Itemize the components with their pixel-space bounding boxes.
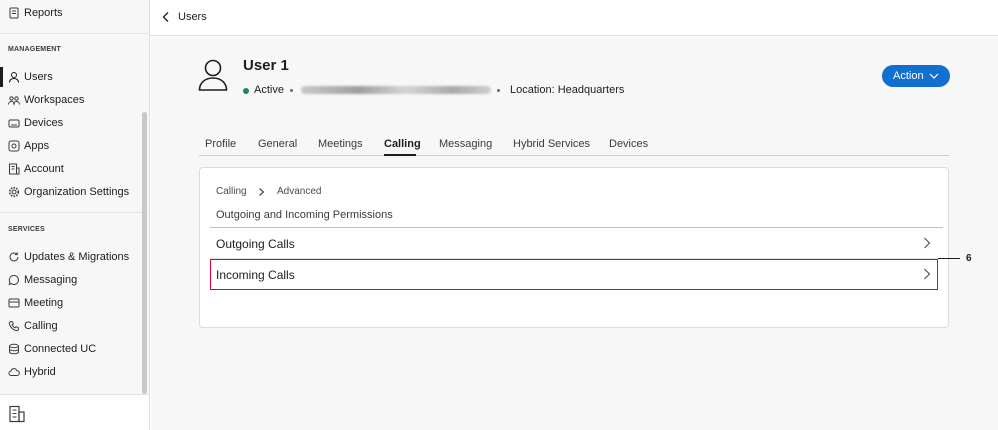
tab-profile[interactable]: Profile — [205, 138, 236, 150]
sidebar-item-connected-uc[interactable]: Connected UC — [8, 339, 96, 359]
sidebar-item-label: Calling — [24, 320, 58, 332]
tab-bar: Profile General Meetings Calling Messagi… — [199, 129, 949, 156]
user-avatar-icon — [198, 59, 228, 91]
sidebar-item-apps[interactable]: Apps — [8, 136, 49, 156]
sidebar-item-meeting[interactable]: Meeting — [8, 293, 63, 313]
sidebar-item-messaging[interactable]: Messaging — [8, 270, 77, 290]
reports-icon — [9, 7, 19, 19]
callout-number: 6 — [966, 253, 972, 264]
user-name: User 1 — [243, 57, 289, 74]
action-button[interactable]: Action — [882, 65, 950, 87]
sidebar-item-label: Connected UC — [24, 343, 97, 355]
status-label: Active — [254, 84, 284, 96]
breadcrumb-calling[interactable]: Calling — [216, 186, 247, 197]
tab-general[interactable]: General — [258, 138, 297, 150]
sidebar-item-label: Updates & Migrations — [24, 251, 130, 263]
chat-icon — [8, 274, 19, 286]
sidebar-item-organization-settings[interactable]: Organization Settings — [8, 182, 129, 202]
breadcrumb-advanced: Advanced — [277, 186, 322, 197]
action-button-label: Action — [893, 70, 924, 82]
chevron-right-icon — [924, 237, 931, 249]
user-icon — [9, 72, 19, 83]
callout-leader-line — [938, 258, 960, 259]
devices-icon — [8, 119, 20, 128]
sidebar-item-devices[interactable]: Devices — [8, 113, 63, 133]
building-icon[interactable] — [8, 405, 26, 423]
meeting-icon — [8, 298, 20, 308]
chevron-right-icon — [924, 268, 931, 280]
sidebar-item-workspaces[interactable]: Workspaces — [8, 90, 84, 110]
top-bar: Users — [150, 0, 998, 36]
sidebar-scrollbar[interactable] — [142, 112, 147, 394]
sidebar-item-reports[interactable]: Reports — [8, 3, 63, 23]
tab-calling[interactable]: Calling — [384, 138, 421, 150]
tab-meetings[interactable]: Meetings — [318, 138, 363, 150]
sidebar-item-label: Organization Settings — [24, 186, 130, 198]
separator-dot — [497, 89, 500, 92]
chevron-left-icon[interactable] — [160, 11, 172, 23]
sidebar-divider — [0, 33, 148, 34]
sidebar-item-calling[interactable]: Calling — [8, 316, 58, 336]
cloud-icon — [8, 368, 20, 376]
advanced-calling-panel: Calling Advanced Outgoing and Incoming P… — [199, 167, 949, 328]
refresh-icon — [9, 252, 19, 262]
sidebar-item-label: Devices — [24, 117, 64, 129]
active-tab-underline — [384, 154, 416, 156]
sidebar-divider — [0, 212, 148, 213]
tab-devices[interactable]: Devices — [609, 138, 648, 150]
sidebar-footer — [0, 394, 149, 430]
sidebar-item-label: Reports — [24, 7, 63, 19]
redacted-email — [301, 86, 491, 94]
status-indicator — [243, 88, 249, 94]
management-heading: MANAGEMENT — [8, 46, 61, 53]
section-title: Outgoing and Incoming Permissions — [216, 209, 393, 221]
row-label: Outgoing Calls — [216, 237, 295, 251]
sidebar-item-users[interactable]: Users — [8, 67, 53, 87]
phone-icon — [8, 320, 20, 332]
sidebar-item-label: Messaging — [24, 274, 78, 286]
sidebar-item-label: Hybrid — [24, 366, 56, 378]
chevron-down-icon — [929, 73, 939, 79]
active-indicator — [0, 67, 3, 87]
database-icon — [9, 343, 19, 355]
sidebar-item-label: Apps — [24, 140, 50, 152]
breadcrumb-users[interactable]: Users — [178, 11, 207, 23]
sidebar-item-updates-migrations[interactable]: Updates & Migrations — [8, 247, 129, 267]
tab-messaging[interactable]: Messaging — [439, 138, 492, 150]
tab-hybrid-services[interactable]: Hybrid Services — [513, 138, 590, 150]
separator-dot — [290, 89, 293, 92]
account-icon — [9, 163, 20, 175]
row-label: Incoming Calls — [216, 268, 295, 282]
sidebar-item-label: Users — [24, 71, 53, 83]
outgoing-calls-row[interactable]: Outgoing Calls — [210, 228, 943, 258]
sidebar-item-label: Workspaces — [24, 94, 85, 106]
main-content: User 1 Active Location: Headquarters Act… — [151, 37, 998, 430]
chevron-right-icon — [259, 188, 265, 196]
sidebar: Reports MANAGEMENT Users Workspaces Devi… — [0, 0, 150, 430]
gear-icon — [8, 186, 20, 198]
apps-icon — [8, 140, 20, 152]
user-location: Location: Headquarters — [510, 84, 625, 96]
workspaces-icon — [8, 96, 20, 105]
sidebar-item-label: Meeting — [24, 297, 64, 309]
sidebar-item-label: Account — [24, 163, 64, 175]
sidebar-item-hybrid[interactable]: Hybrid — [8, 362, 56, 382]
incoming-calls-row[interactable]: Incoming Calls — [210, 259, 943, 289]
sidebar-item-account[interactable]: Account — [8, 159, 64, 179]
services-heading: SERVICES — [8, 226, 45, 233]
